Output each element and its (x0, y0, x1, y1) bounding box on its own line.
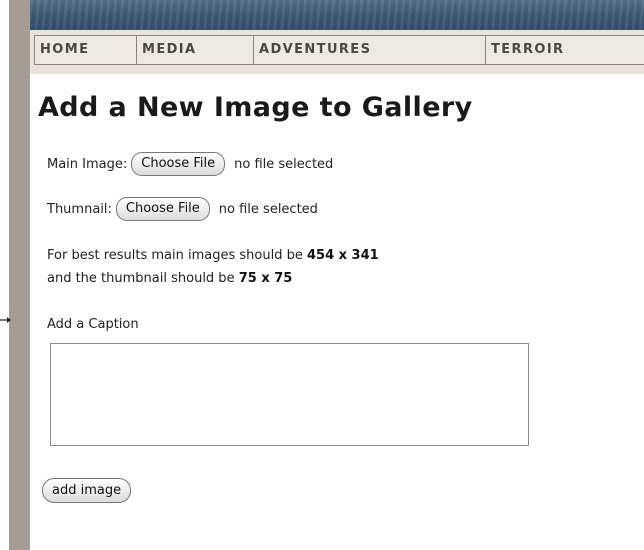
main-image-row: Main Image: Choose File no file selected (47, 152, 333, 176)
caption-label: Add a Caption (47, 317, 139, 332)
thumbnail-file-status: no file selected (218, 201, 318, 217)
main-navigation: HOME MEDIA ADVENTURES TERROIR (30, 30, 644, 74)
size-hint-line-1: For best results main images should be 4… (47, 244, 379, 267)
thumbnail-row: Thumnail: Choose File no file selected (47, 197, 318, 221)
nav-item-adventures[interactable]: ADVENTURES (253, 35, 486, 65)
nav-item-media[interactable]: MEDIA (136, 35, 254, 65)
add-image-button[interactable]: add image (42, 478, 132, 503)
size-hint-line-2: and the thumbnail should be 75 x 75 (47, 267, 379, 290)
main-image-choose-file-button[interactable]: Choose File (131, 152, 226, 176)
main-size-prefix: For best results main images should be (47, 248, 307, 263)
thumbnail-label: Thumnail: (47, 201, 112, 217)
thumbnail-size: 75 x 75 (238, 271, 293, 286)
left-margin (0, 0, 9, 550)
size-hint: For best results main images should be 4… (47, 244, 379, 290)
thumbnail-choose-file-button[interactable]: Choose File (115, 197, 210, 221)
main-image-label: Main Image: (47, 156, 128, 172)
caption-textarea[interactable] (50, 343, 529, 446)
main-image-file-status: no file selected (234, 156, 334, 172)
header-banner (30, 0, 644, 30)
page-title: Add a New Image to Gallery (38, 92, 473, 123)
arrow-right-icon (0, 317, 11, 323)
nav-bar: HOME MEDIA ADVENTURES TERROIR (34, 35, 644, 65)
nav-item-home[interactable]: HOME (34, 35, 137, 65)
nav-item-terroir[interactable]: TERROIR (485, 35, 644, 65)
main-image-size: 454 x 341 (306, 248, 379, 263)
page-border-strip (9, 0, 30, 550)
thumb-size-prefix: and the thumbnail should be (47, 271, 239, 286)
